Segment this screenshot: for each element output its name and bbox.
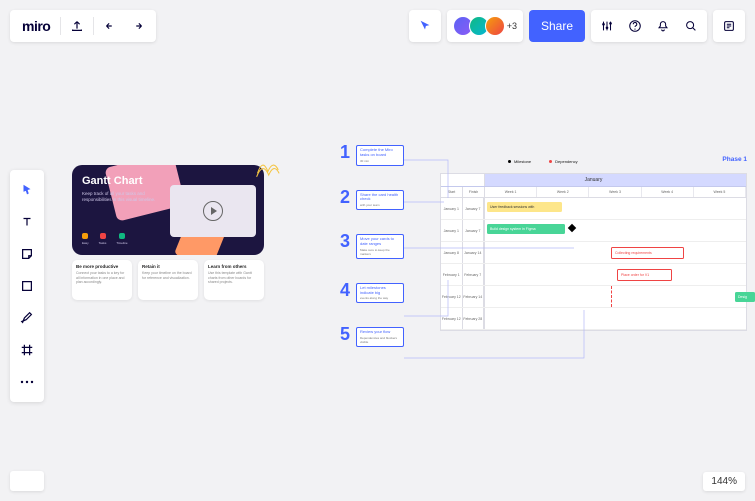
minimap-toggle[interactable] xyxy=(10,471,44,491)
milestone-marker xyxy=(568,224,576,232)
legend-dependency: Dependency xyxy=(549,159,577,164)
phase-label: Phase 1 xyxy=(722,156,747,163)
share-button[interactable]: Share xyxy=(529,10,585,42)
gantt-bar[interactable]: Desig xyxy=(735,292,755,302)
cursor-mode-button[interactable] xyxy=(409,10,441,42)
info-card[interactable]: Retain it Keep your timeline on the boar… xyxy=(138,260,198,300)
pen-tool[interactable] xyxy=(10,302,44,334)
step-4[interactable]: 4 Let milestones indicate bigevents alon… xyxy=(340,283,404,304)
gantt-bar[interactable]: User feedback sessions with xyxy=(487,202,562,212)
notes-icon[interactable] xyxy=(715,12,743,40)
sticky-tool[interactable] xyxy=(10,238,44,270)
more-tools[interactable] xyxy=(10,366,44,398)
step-5[interactable]: 5 Review your flowDependencies and block… xyxy=(340,327,404,347)
step-2[interactable]: 2 Share the card health checkwith your t… xyxy=(340,190,404,211)
avatar[interactable] xyxy=(485,16,505,36)
frame-tool[interactable] xyxy=(10,334,44,366)
settings-icon[interactable] xyxy=(593,12,621,40)
notifications-icon[interactable] xyxy=(649,12,677,40)
logo[interactable]: miro xyxy=(14,18,58,34)
dependency-line xyxy=(611,286,612,307)
step-3[interactable]: 3 Move your cards to date rangesMake sur… xyxy=(340,234,404,259)
text-tool[interactable] xyxy=(10,206,44,238)
decorative-scribble xyxy=(254,156,280,182)
gantt-bar[interactable]: Build design system in Figma xyxy=(487,224,565,234)
gantt-bar[interactable]: Collecting requirements xyxy=(611,247,684,259)
gantt-title: Gantt Chart xyxy=(82,175,160,187)
redo-button[interactable] xyxy=(124,12,152,40)
gantt-chart-frame[interactable]: Milestone Dependency Phase 1 January Sta… xyxy=(440,155,747,350)
topbar-left: miro xyxy=(10,10,156,42)
legend-milestone: Milestone xyxy=(508,159,531,164)
help-icon[interactable] xyxy=(621,12,649,40)
info-card[interactable]: Learn from others Use this template with… xyxy=(204,260,264,300)
canvas[interactable]: Gantt Chart Keep track of all your tasks… xyxy=(0,0,755,501)
gantt-bar[interactable]: Place order for V1 xyxy=(617,269,672,281)
avatar-more[interactable]: +3 xyxy=(507,21,517,31)
collaborators[interactable]: +3 xyxy=(447,10,523,42)
play-icon[interactable] xyxy=(203,201,223,221)
info-card[interactable]: Be more productive Connect your tasks to… xyxy=(72,260,132,300)
shape-tool[interactable] xyxy=(10,270,44,302)
video-preview[interactable] xyxy=(170,185,256,237)
gantt-subtitle: Keep track of all your tasks and respons… xyxy=(82,191,160,203)
tools-toolbar xyxy=(10,170,44,402)
search-icon[interactable] xyxy=(677,12,705,40)
export-button[interactable] xyxy=(63,12,91,40)
month-label: January xyxy=(585,177,603,183)
select-tool[interactable] xyxy=(10,174,44,206)
gantt-template-card[interactable]: Gantt Chart Keep track of all your tasks… xyxy=(72,165,264,255)
step-1[interactable]: 1 Complete the Miro tasks on board30 min xyxy=(340,145,404,166)
undo-button[interactable] xyxy=(96,12,124,40)
zoom-indicator[interactable]: 144% xyxy=(703,472,745,491)
